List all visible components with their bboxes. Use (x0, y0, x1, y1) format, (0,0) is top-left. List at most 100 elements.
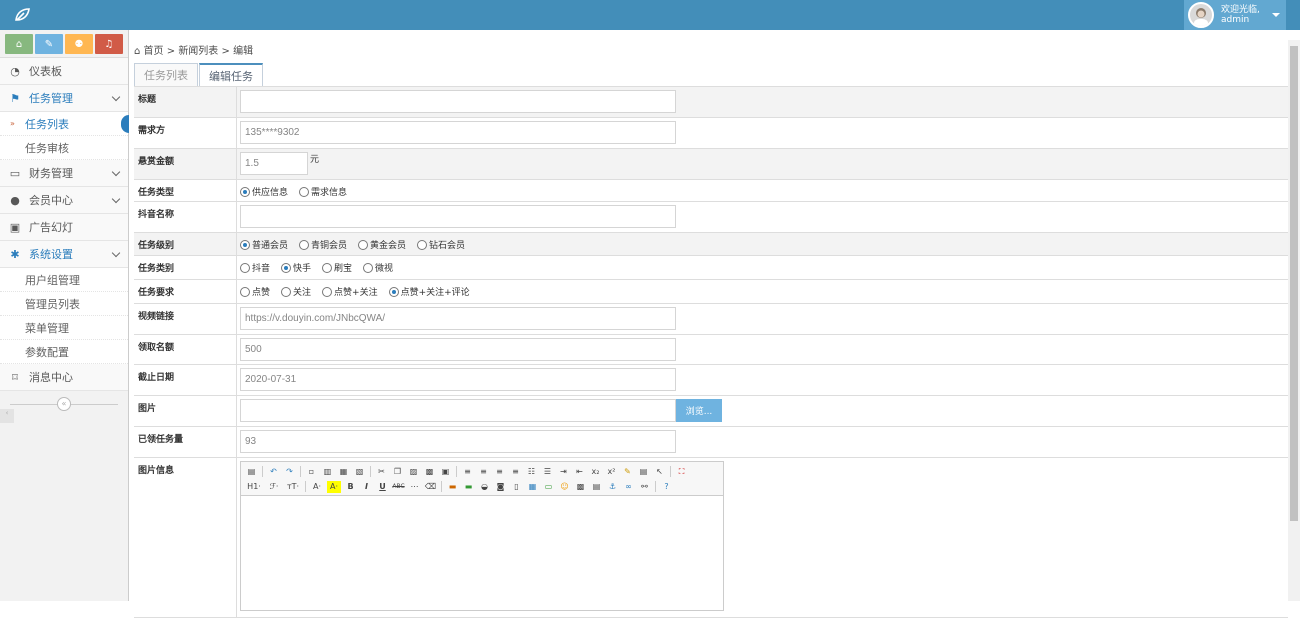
bell-shortcut-button[interactable]: ♫ (95, 34, 123, 54)
sidebar-item-messages[interactable]: ⌑ 消息中心 (0, 364, 128, 391)
paste-icon[interactable]: ▨ (407, 466, 420, 478)
flash-icon[interactable]: ◒ (478, 481, 491, 493)
image-icon[interactable]: ▬ (446, 481, 459, 493)
category-option-shuabao[interactable]: 刷宝 (322, 261, 352, 274)
level-option-bronze[interactable]: 青铜会员 (299, 238, 347, 251)
browse-button[interactable]: 浏览... (676, 399, 722, 422)
sidebar-item-admin-list[interactable]: 管理员列表 (0, 292, 128, 316)
deadline-input[interactable] (240, 368, 676, 391)
subscript-icon[interactable]: x₂ (589, 466, 602, 478)
tab-edit-task[interactable]: 编辑任务 (199, 63, 263, 87)
link-icon[interactable]: ∞ (622, 481, 635, 493)
require-option-follow[interactable]: 关注 (281, 285, 311, 298)
bold-icon[interactable]: B (344, 481, 357, 493)
sidebar-item-system-settings[interactable]: ✱ 系统设置 (0, 241, 128, 268)
double-angle-left-icon[interactable]: « (57, 397, 71, 411)
pencil-shortcut-button[interactable]: ✎ (35, 34, 63, 54)
unlink-icon[interactable]: ⚯ (638, 481, 651, 493)
highlight-icon[interactable]: A· (327, 480, 341, 493)
line-height-icon[interactable]: ⋯ (408, 481, 421, 493)
preview-icon[interactable]: ▫ (305, 466, 318, 478)
heading-icon[interactable]: H1· (245, 481, 263, 493)
strikethrough-icon[interactable]: ABC (392, 481, 405, 493)
unordered-list-icon[interactable]: ☰ (541, 466, 554, 478)
paste-word-icon[interactable]: ▣ (439, 466, 452, 478)
sidebar-item-task-list[interactable]: » 任务列表 (0, 112, 129, 136)
sidebar-item-finance[interactable]: ▭ 财务管理 (0, 160, 128, 187)
table-icon[interactable]: ▦ (526, 481, 539, 493)
text-color-icon[interactable]: A· (310, 481, 324, 493)
code-icon[interactable]: ▧ (353, 466, 366, 478)
print-icon[interactable]: ▥ (321, 466, 334, 478)
level-option-normal[interactable]: 普通会员 (240, 238, 288, 251)
outdent-icon[interactable]: ⇤ (573, 466, 586, 478)
media-icon[interactable]: ◙ (494, 481, 507, 493)
hr-icon[interactable]: ▭ (542, 481, 555, 493)
douyin-name-input[interactable] (240, 205, 676, 228)
multi-image-icon[interactable]: ▬ (462, 481, 475, 493)
breadcrumb-home[interactable]: 首页 (144, 46, 164, 57)
users-shortcut-button[interactable]: ⚉ (65, 34, 93, 54)
sidebar-item-menu-management[interactable]: 菜单管理 (0, 316, 128, 340)
sidebar-item-params[interactable]: 参数配置 (0, 340, 128, 364)
sidebar-item-user-groups[interactable]: 用户组管理 (0, 268, 128, 292)
align-left-icon[interactable]: ≡ (461, 466, 474, 478)
cut-icon[interactable]: ✂ (375, 466, 388, 478)
category-option-kuaishou[interactable]: 快手 (281, 261, 311, 274)
sidebar-item-ads[interactable]: ▣ 广告幻灯 (0, 214, 128, 241)
align-justify-icon[interactable]: ≡ (509, 466, 522, 478)
image-file-input[interactable] (240, 399, 676, 422)
sidebar-item-task-management[interactable]: ⚑ 任务管理 (0, 85, 128, 112)
type-option-demand[interactable]: 需求信息 (299, 185, 347, 198)
page-scrollbar[interactable] (1288, 40, 1300, 601)
sidebar-item-dashboard[interactable]: ◔ 仪表板 (0, 58, 128, 85)
font-family-icon[interactable]: ℱ· (266, 481, 282, 493)
emoticon-icon[interactable]: ☺ (558, 481, 571, 493)
font-size-icon[interactable]: тT· (285, 481, 301, 493)
settings-toggle-icon[interactable]: ‹ (0, 409, 14, 423)
received-input[interactable] (240, 430, 676, 453)
align-center-icon[interactable]: ≡ (477, 466, 490, 478)
ordered-list-icon[interactable]: ☷ (525, 466, 538, 478)
user-menu[interactable]: 欢迎光临, admin (1184, 0, 1286, 30)
rich-text-editor[interactable]: ▤ ↶ ↷ ▫ ▥ ▦ ▧ ✂ ❐ ▨ ▩ ▣ ≡ ≡ ≡ ≡ ☷ ☰ ⇥ ⇤ … (240, 461, 724, 611)
page-break-icon[interactable]: ▤ (590, 481, 603, 493)
level-option-gold[interactable]: 黄金会员 (358, 238, 406, 251)
category-option-weishi[interactable]: 微视 (363, 261, 393, 274)
clear-format-icon[interactable]: ✎ (621, 466, 634, 478)
attachment-icon[interactable]: ▯ (510, 481, 523, 493)
italic-icon[interactable]: I (360, 481, 373, 493)
tab-task-list[interactable]: 任务列表 (134, 63, 198, 86)
remove-format-icon[interactable]: ⌫ (424, 481, 437, 493)
source-icon[interactable]: ▤ (245, 466, 258, 478)
reward-input[interactable] (240, 152, 308, 175)
superscript-icon[interactable]: x² (605, 466, 618, 478)
fullscreen-icon[interactable]: ⛶ (675, 466, 688, 478)
copy-icon[interactable]: ❐ (391, 466, 404, 478)
level-option-diamond[interactable]: 钻石会员 (417, 238, 465, 251)
demand-input[interactable] (240, 121, 676, 144)
cursor-icon[interactable]: ↖ (653, 466, 666, 478)
redo-icon[interactable]: ↷ (283, 466, 296, 478)
paste-text-icon[interactable]: ▩ (423, 466, 436, 478)
baidu-map-icon[interactable]: ▩ (574, 481, 587, 493)
home-shortcut-button[interactable]: ⌂ (5, 34, 33, 54)
require-option-like[interactable]: 点赞 (240, 285, 270, 298)
select-all-icon[interactable]: ▤ (637, 466, 650, 478)
scrollbar-thumb[interactable] (1290, 46, 1298, 521)
help-icon[interactable]: ? (660, 481, 673, 493)
title-input[interactable] (240, 90, 676, 113)
align-right-icon[interactable]: ≡ (493, 466, 506, 478)
require-option-like-follow-comment[interactable]: 点赞+关注+评论 (388, 285, 470, 298)
undo-icon[interactable]: ↶ (267, 466, 280, 478)
indent-icon[interactable]: ⇥ (557, 466, 570, 478)
type-option-supply[interactable]: 供应信息 (240, 185, 288, 198)
template-icon[interactable]: ▦ (337, 466, 350, 478)
leaf-logo-icon[interactable] (14, 7, 30, 23)
breadcrumb-list[interactable]: 新闻列表 (178, 46, 218, 57)
anchor-icon[interactable]: ⚓ (606, 481, 619, 493)
category-option-douyin[interactable]: 抖音 (240, 261, 270, 274)
quota-input[interactable] (240, 338, 676, 361)
video-link-input[interactable] (240, 307, 676, 330)
underline-icon[interactable]: U (376, 481, 389, 493)
